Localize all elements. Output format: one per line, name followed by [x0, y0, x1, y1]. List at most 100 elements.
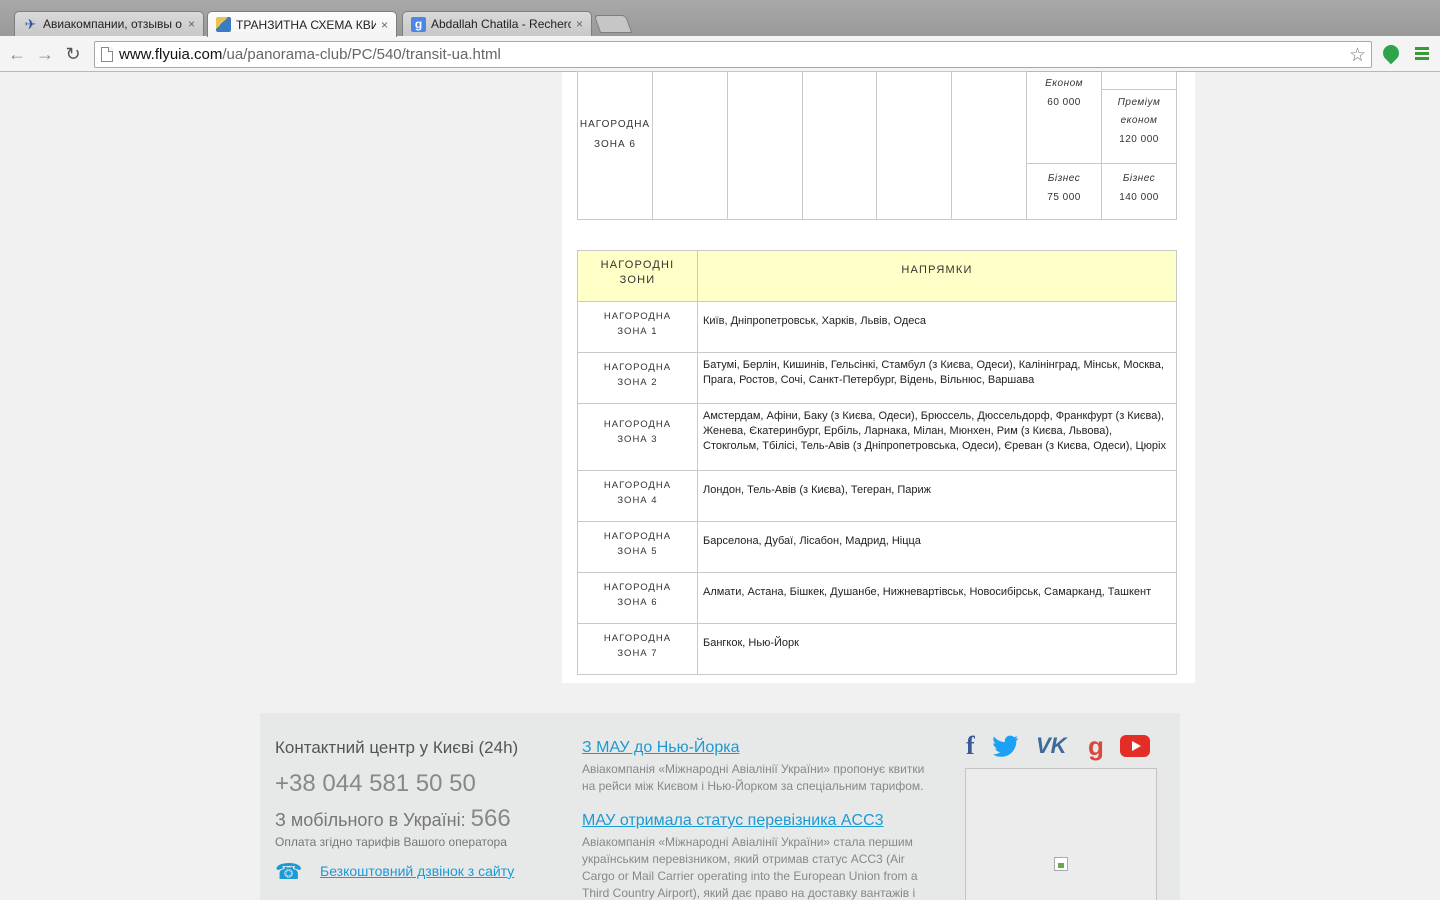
close-icon[interactable]: ×: [188, 17, 195, 31]
url-text[interactable]: www.flyuia.com/ua/panorama-club/PC/540/t…: [119, 46, 501, 63]
zone-directions: Амстердам, Афіни, Баку (з Києва, Одеси),…: [697, 403, 1177, 471]
contact-center-title: Контактний центр у Києві (24h): [275, 738, 519, 757]
page-icon: [101, 47, 113, 62]
table-row: НАГОРОДНА ЗОНА 4 Лондон, Тель-Авів (з Киє…: [577, 470, 1177, 522]
cut-off-cell: [1101, 71, 1177, 90]
zone-label-line1: НАГОРОДНА: [603, 362, 672, 373]
empty-cell: [876, 71, 953, 220]
mobile-number-line: З мобільного в Україні: 566: [275, 805, 511, 833]
vk-icon[interactable]: VK: [1036, 731, 1067, 761]
news-item: З МАУ до Нью-Йорка Авіакомпанія «Міжнаро…: [582, 739, 932, 795]
business-label: Бізнес: [1122, 173, 1156, 184]
news-title-link[interactable]: МАУ отримала статус перевізника ACC3: [582, 812, 932, 830]
facebook-icon[interactable]: f: [966, 731, 975, 761]
forward-arrow-icon[interactable]: →: [35, 44, 55, 64]
extension-icon[interactable]: [1379, 41, 1403, 65]
business-cell-2: Бізнес 140 000: [1101, 163, 1177, 220]
empty-cell: [651, 71, 728, 220]
telephone-icon: ☎: [275, 859, 303, 884]
zone-directions: Батумі, Берлін, Кишинів, Гельсінкі, Стам…: [697, 352, 1177, 404]
business-label: Бізнес: [1047, 173, 1081, 184]
tab-title: Авиакомпании, отзывы о: [43, 17, 182, 31]
table-row: НАГОРОДНА ЗОНА 2 Батумі, Берлін, Кишинів,…: [577, 352, 1177, 404]
zone-label-line1: НАГОРОДНА: [603, 311, 672, 322]
zone-directions: Барселона, Дубаї, Лісабон, Мадрид, Ніцца: [697, 521, 1177, 573]
zone-label: НАГОРОДНА ЗОНА 5: [577, 521, 698, 573]
zone-label-line1: НАГОРОДНА: [603, 633, 672, 644]
zone-label: НАГОРОДНА ЗОНА 4: [577, 470, 698, 522]
zone-directions: Бангкок, Нью-Йорк: [697, 623, 1177, 675]
zone-label: НАГОРОДНА ЗОНА 6: [577, 572, 698, 624]
award-miles-table: НАГОРОДНА ЗОНА 6 Економ 60 000 Преміум е…: [577, 71, 1177, 220]
twitter-icon[interactable]: [992, 731, 1019, 770]
zone-directions: Лондон, Тель-Авів (з Києва), Тегеран, Па…: [697, 470, 1177, 522]
table-row: НАГОРОДНА ЗОНА 5 Барселона, Дубаї, Лісабо…: [577, 521, 1177, 573]
premium-label: Преміум економ: [1117, 97, 1161, 126]
bookmark-star-icon[interactable]: ☆: [1349, 44, 1366, 67]
header-award-zones: НАГОРОДНІ ЗОНИ: [577, 250, 698, 302]
tab-title: Abdallah Chatila - Recherche: [431, 17, 571, 31]
tab-transit[interactable]: ТРАНЗИТНА СХЕМА КВИТКІ ×: [207, 11, 397, 37]
zone-label-line1: НАГОРОДНА: [603, 480, 672, 491]
mobile-number: 566: [470, 805, 511, 832]
business-value: 75 000: [1047, 192, 1081, 203]
airplane-icon: ✈: [24, 15, 37, 32]
google-plus-icon[interactable]: g: [1088, 731, 1104, 761]
econom-label: Економ: [1045, 77, 1084, 89]
broken-image-icon: [1054, 857, 1068, 871]
browser-toolbar: ← → ↻ www.flyuia.com/ua/panorama-club/PC…: [0, 36, 1440, 72]
zone-label: НАГОРОДНА ЗОНА 3: [577, 403, 698, 471]
news-text: Авіакомпанія «Міжнародні Авіалінії Украї…: [582, 835, 918, 900]
tab-aviakompanii[interactable]: ✈ Авиакомпании, отзывы о ×: [14, 11, 204, 36]
empty-cell: [951, 71, 1028, 220]
news-text: Авіакомпанія «Міжнародні Авіалінії Украї…: [582, 762, 925, 793]
table-row: НАГОРОДНА ЗОНА 6 Алмати, Астана, Бішкек, …: [577, 572, 1177, 624]
empty-cell: [801, 71, 878, 220]
close-icon[interactable]: ×: [381, 18, 388, 32]
zone-label-line2: ЗОНА 6: [617, 597, 658, 608]
zone-label-line2: ЗОНА 4: [617, 495, 658, 506]
browser-tab-bar: ✈ Авиакомпании, отзывы о × ТРАНЗИТНА СХЕ…: [0, 0, 1440, 37]
zone-label-line2: ЗОНА 6: [594, 138, 636, 150]
zone-label-line2: ЗОНА 1: [617, 326, 658, 337]
econom-value: 60 000: [1047, 96, 1081, 108]
menu-icon[interactable]: [1415, 47, 1429, 60]
reload-icon[interactable]: ↻: [63, 44, 83, 64]
site-footer: Контактний центр у Києві (24h) +38 044 5…: [260, 713, 1180, 900]
zone-label: НАГОРОДНА ЗОНА 2: [577, 352, 698, 404]
zone-label: НАГОРОДНА ЗОНА 7: [577, 623, 698, 675]
zone-directions: Алмати, Астана, Бішкек, Душанбе, Нижнева…: [697, 572, 1177, 624]
tariff-note: Оплата згідно тарифів Вашого оператора: [275, 835, 507, 849]
table-row: НАГОРОДНА ЗОНА 1 Київ, Дніпропетровськ, Х…: [577, 301, 1177, 353]
zone-6-label: НАГОРОДНА ЗОНА 6: [577, 71, 653, 220]
zone-directions: Київ, Дніпропетровськ, Харків, Львів, Од…: [697, 301, 1177, 353]
close-icon[interactable]: ×: [576, 17, 583, 31]
back-arrow-icon[interactable]: ←: [7, 44, 27, 64]
table-row: НАГОРОДНА ЗОНА 3 Амстердам, Афіни, Баку (…: [577, 403, 1177, 471]
premium-value: 120 000: [1119, 134, 1159, 145]
zone-label-line1: НАГОРОДНА: [603, 582, 672, 593]
address-bar[interactable]: www.flyuia.com/ua/panorama-club/PC/540/t…: [94, 41, 1372, 68]
news-item: МАУ отримала статус перевізника ACC3 Аві…: [582, 812, 932, 900]
tab-title: ТРАНЗИТНА СХЕМА КВИТКІ: [236, 17, 376, 32]
header-directions: НАПРЯМКИ: [697, 250, 1177, 302]
table-row: НАГОРОДНА ЗОНА 7 Бангкок, Нью-Йорк: [577, 623, 1177, 675]
youtube-icon[interactable]: [1120, 735, 1150, 757]
social-widget-frame: [965, 768, 1157, 900]
url-host: www.flyuia.com: [119, 46, 223, 63]
news-title-link[interactable]: З МАУ до Нью-Йорка: [582, 739, 932, 757]
zone-label-line2: ЗОНА 2: [617, 377, 658, 388]
zone-label-line1: НАГОРОДНА: [603, 531, 672, 542]
zone-label-line1: НАГОРОДНА: [603, 419, 672, 430]
flyuia-icon: [216, 17, 231, 32]
award-zones-table: НАГОРОДНІ ЗОНИ НАПРЯМКИ НАГОРОДНА ЗОНА 1 …: [577, 250, 1177, 675]
new-tab-button[interactable]: [593, 15, 633, 33]
empty-cell: [726, 71, 803, 220]
main-content: НАГОРОДНА ЗОНА 6 Економ 60 000 Преміум е…: [562, 71, 1195, 683]
mobile-label: З мобільного в Україні:: [275, 810, 466, 830]
tab-google-search[interactable]: g Abdallah Chatila - Recherche ×: [402, 11, 592, 36]
econom-cell: Економ 60 000: [1026, 71, 1103, 164]
google-icon: g: [411, 16, 426, 32]
free-call-link[interactable]: Безкоштовний дзвінок з сайту: [320, 863, 514, 879]
url-path: /ua/panorama-club/PC/540/transit-ua.html: [222, 46, 501, 63]
